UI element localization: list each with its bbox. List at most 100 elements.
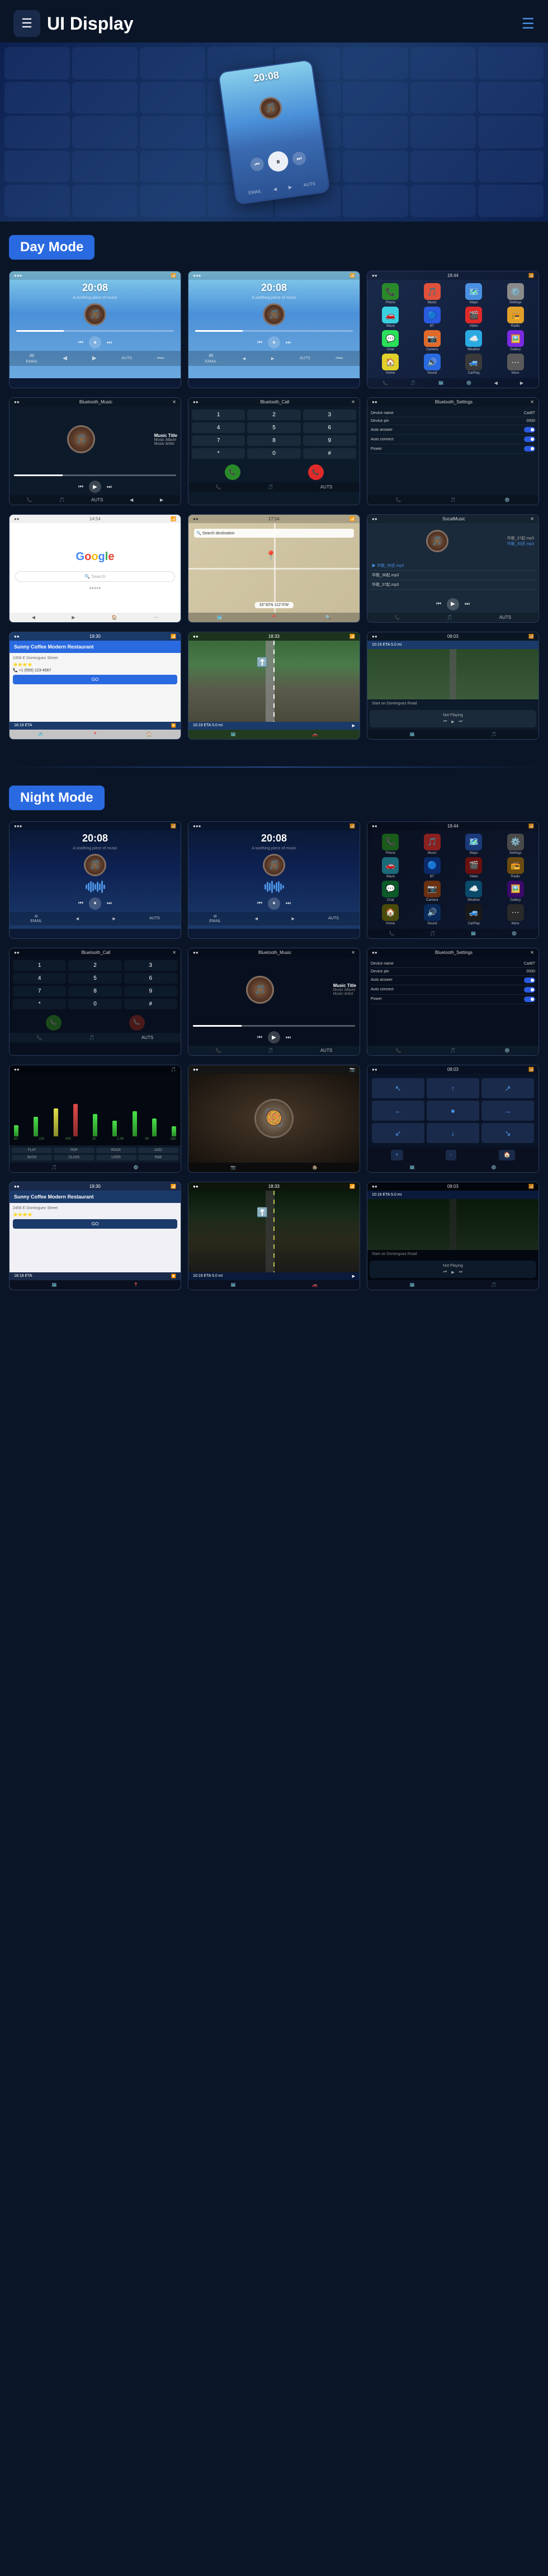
night-app-radio[interactable]: 📻 Radio — [496, 857, 536, 878]
day-google-search-bar[interactable]: 🔍 Search — [15, 571, 175, 582]
day-bt-auto-answer-toggle[interactable] — [524, 427, 535, 433]
night-bt-next[interactable]: ⏭ — [286, 1035, 291, 1041]
app-icon-bt[interactable]: 🔵 BT — [413, 307, 452, 328]
night-eq-screen[interactable]: ●● 🎵 60 — [9, 1065, 181, 1173]
night-music-screen-2[interactable]: ●●● 📶 20:08 A soothing piece of music 🎵 — [188, 821, 360, 939]
night-next-1[interactable]: ⏭ — [107, 900, 112, 906]
night-arrow-bl[interactable]: ↙ — [372, 1123, 424, 1143]
day-map-content[interactable]: 🔍 Search destination 📍 33°30'N 112°0'W — [188, 523, 360, 612]
app-icon-weather[interactable]: ☁️ Weather — [454, 330, 494, 351]
day-local-next[interactable]: ⏭ — [465, 601, 470, 607]
night-num-7[interactable]: 7 — [13, 986, 66, 996]
night-np-prev[interactable]: ⏮ — [443, 1270, 447, 1275]
night-bt-settings-screen[interactable]: ●● Bluetooth_Settings ✕ Device name CarB… — [367, 948, 539, 1056]
day-play-2[interactable]: ⏸ — [268, 336, 280, 349]
night-arrows-screen[interactable]: ●● 08:03 📶 ↖ ↑ ↗ ← ● → ↙ ↓ ↘ + - — [367, 1065, 539, 1173]
day-call-button[interactable]: 📞 — [225, 464, 240, 480]
night-app-waze[interactable]: 🚗 Waze — [371, 857, 410, 878]
night-bt-auto-answer-toggle[interactable] — [524, 977, 535, 983]
day-map-search[interactable]: 🔍 Search destination — [194, 529, 354, 538]
night-app-camera[interactable]: 📷 Camera — [413, 881, 452, 902]
night-eq-preset-4[interactable]: JAZZ — [138, 1148, 178, 1153]
day-next-2[interactable]: ⏭ — [286, 340, 291, 346]
night-bt-play[interactable]: ▶ — [268, 1031, 280, 1043]
hero-play-pause-button[interactable]: ⏸ — [267, 150, 290, 173]
night-num-0[interactable]: 0 — [68, 999, 121, 1009]
day-num-hash[interactable]: # — [303, 448, 356, 459]
day-bt-music-screen[interactable]: ●● Bluetooth_Music ✕ 🎵 Music Title Music… — [9, 397, 181, 505]
night-num-1[interactable]: 1 — [13, 960, 66, 971]
app-icon-chat[interactable]: 💬 Chat — [371, 330, 410, 351]
day-map-screen[interactable]: ●● 17:54 📶 🔍 Search destination 📍 33°30'… — [188, 514, 360, 622]
day-prev-1[interactable]: ⏮ — [78, 340, 83, 346]
day-bt-next[interactable]: ⏭ — [107, 484, 112, 490]
night-app-more[interactable]: ⋯ More — [496, 904, 536, 925]
night-next-2[interactable]: ⏭ — [286, 900, 291, 906]
night-num-2[interactable]: 2 — [68, 960, 121, 971]
night-play-1[interactable]: ⏸ — [89, 897, 101, 910]
day-num-0[interactable]: 0 — [247, 448, 300, 459]
day-num-3[interactable]: 3 — [303, 410, 356, 420]
day-poi-navigate-button[interactable]: GO — [13, 675, 177, 684]
app-icon-waze[interactable]: 🚗 Waze — [371, 307, 410, 328]
day-play-1[interactable]: ⏸ — [89, 336, 101, 349]
night-eq-preset-1[interactable]: FLAT — [12, 1148, 52, 1153]
night-np-next[interactable]: ⏭ — [459, 1270, 462, 1275]
night-num-hash[interactable]: # — [124, 999, 177, 1009]
day-num-4[interactable]: 4 — [192, 422, 245, 433]
day-num-8[interactable]: 8 — [247, 435, 300, 446]
night-num-8[interactable]: 8 — [68, 986, 121, 996]
day-end-call-button[interactable]: 📞 — [308, 464, 324, 480]
day-num-7[interactable]: 7 — [192, 435, 245, 446]
day-bt-prev[interactable]: ⏮ — [78, 484, 83, 490]
day-local-item-3[interactable]: 华歌_37起.mp3 — [370, 580, 536, 590]
night-arrow-tr[interactable]: ↗ — [481, 1078, 534, 1098]
night-nav-play-screen[interactable]: ●● 08:03 📶 10:19 ETA 5.0 mi Start on Dom… — [367, 1182, 539, 1290]
day-np-play[interactable]: ▶ — [451, 720, 454, 724]
night-call-button[interactable]: 📞 — [46, 1015, 62, 1031]
night-arrow-br[interactable]: ↘ — [481, 1123, 534, 1143]
night-num-9[interactable]: 9 — [124, 986, 177, 996]
day-prev-2[interactable]: ⏮ — [257, 340, 262, 346]
day-num-5[interactable]: 5 — [247, 422, 300, 433]
night-app-grid-screen[interactable]: ●● 18:44 📶 📞 Phone 🎵 Music 🗺️ M — [367, 821, 539, 939]
night-poi-screen[interactable]: ●● 19:30 📶 Sunny Coffee Modern Restauran… — [9, 1182, 181, 1290]
night-eq-preset-6[interactable]: CLASS — [54, 1155, 94, 1160]
day-num-6[interactable]: 6 — [303, 422, 356, 433]
night-app-bt[interactable]: 🔵 BT — [413, 857, 452, 878]
app-icon-carplay[interactable]: 🚙 CarPlay — [454, 354, 494, 375]
night-eq-preset-2[interactable]: POP — [54, 1148, 94, 1153]
night-food-screen[interactable]: ●● 📷 🥘 📷 🏠 — [188, 1065, 360, 1173]
day-next-1[interactable]: ⏭ — [107, 340, 112, 346]
day-local-play[interactable]: ▶ — [447, 598, 459, 610]
day-bt-call-screen[interactable]: ●● Bluetooth_Call ✕ 1 2 3 4 5 6 7 8 9 * … — [188, 397, 360, 505]
day-bt-progress[interactable] — [14, 474, 176, 476]
app-icon-speaker[interactable]: 🔊 Sound — [413, 354, 452, 375]
night-app-speaker[interactable]: 🔊 Sound — [413, 904, 452, 925]
app-icon-home[interactable]: 🏠 Home — [371, 354, 410, 375]
night-app-video[interactable]: 🎬 Video — [454, 857, 494, 878]
day-num-star[interactable]: * — [192, 448, 245, 459]
night-app-phone[interactable]: 📞 Phone — [371, 834, 410, 855]
night-eq-preset-3[interactable]: ROCK — [96, 1148, 136, 1153]
hero-next-button[interactable]: ⏭ — [291, 151, 306, 166]
hero-prev-button[interactable]: ⏮ — [249, 157, 264, 172]
night-app-home[interactable]: 🏠 Home — [371, 904, 410, 925]
night-bt-auto-connect-toggle[interactable] — [524, 987, 535, 993]
app-icon-settings[interactable]: ⚙️ Settings — [496, 283, 536, 304]
app-icon-camera[interactable]: 📷 Camera — [413, 330, 452, 351]
night-app-chat[interactable]: 💬 Chat — [371, 881, 410, 902]
night-prev-1[interactable]: ⏮ — [78, 900, 83, 906]
night-eq-preset-5[interactable]: BASS — [12, 1155, 52, 1160]
day-bt-auto-connect-toggle[interactable] — [524, 436, 535, 442]
night-arrow-up[interactable]: ↑ — [427, 1078, 479, 1098]
day-nav-map-screen[interactable]: ●● 18:33 📶 ⬆️ 10:19 ETA 5.0 mi ▶ 🗺️ 🚗 — [188, 632, 360, 740]
night-arrow-left[interactable]: ← — [372, 1101, 424, 1120]
night-arrow-center[interactable]: ● — [427, 1101, 479, 1120]
day-bt-play[interactable]: ▶ — [89, 481, 101, 493]
day-app-grid-screen[interactable]: ●● 18:44 📶 📞 Phone 🎵 Music 🗺️ M — [367, 271, 539, 388]
app-icon-video[interactable]: 🎬 Video — [454, 307, 494, 328]
night-end-call-button[interactable]: 📞 — [129, 1015, 145, 1031]
app-icon-radio[interactable]: 📻 Radio — [496, 307, 536, 328]
day-np-next[interactable]: ⏭ — [459, 720, 462, 724]
